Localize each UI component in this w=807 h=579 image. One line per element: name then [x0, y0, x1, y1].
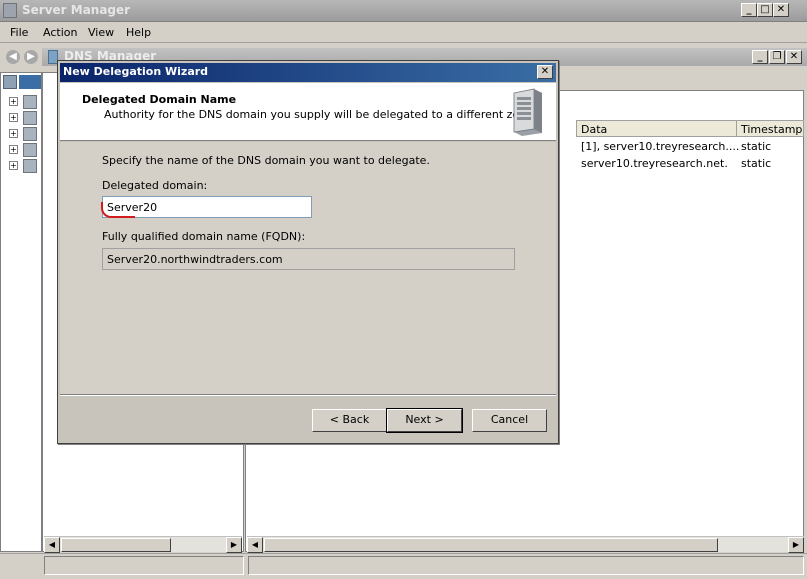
tree-node[interactable]: +: [9, 111, 39, 127]
storage-icon: [23, 159, 37, 173]
server-manager-titlebar[interactable]: Server Manager _ □ ✕: [0, 0, 807, 22]
minimize-icon: _: [746, 4, 752, 15]
maximize-icon: □: [760, 4, 770, 15]
expand-icon[interactable]: +: [9, 145, 18, 154]
dns-minimize-button[interactable]: _: [752, 50, 768, 64]
scroll-left-button[interactable]: ◀: [247, 537, 263, 553]
status-pane: [44, 556, 244, 575]
next-button[interactable]: Next >: [386, 408, 463, 433]
expand-icon[interactable]: +: [9, 113, 18, 122]
scroll-thumb[interactable]: [264, 538, 718, 552]
fqdn-field[interactable]: Server20.northwindtraders.com: [102, 248, 515, 270]
expand-icon[interactable]: +: [9, 97, 18, 106]
wizard-body: Specify the name of the DNS domain you w…: [60, 142, 556, 394]
wizard-subheading: Authority for the DNS domain you supply …: [104, 108, 537, 121]
back-arrow-icon[interactable]: ◀: [6, 50, 20, 64]
tree-horizontal-scrollbar[interactable]: ◀ ▶: [44, 536, 242, 553]
menu-bar: File Action View Help: [0, 22, 807, 43]
menu-action[interactable]: Action: [43, 26, 77, 39]
scroll-right-button[interactable]: ▶: [226, 537, 242, 553]
tree-node[interactable]: +: [9, 95, 39, 111]
column-header-timestamp[interactable]: Timestamp: [736, 120, 804, 137]
expand-icon[interactable]: +: [9, 161, 18, 170]
minimize-icon: _: [757, 51, 763, 62]
wizard-title: New Delegation Wizard: [63, 65, 209, 78]
table-row-data[interactable]: [1], server10.treyresearch....: [581, 140, 739, 153]
list-horizontal-scrollbar[interactable]: ◀ ▶: [247, 536, 804, 553]
wizard-separator: [60, 394, 556, 396]
new-delegation-wizard-dialog: New Delegation Wizard ✕ Delegated Domain…: [57, 60, 559, 444]
wizard-heading: Delegated Domain Name: [82, 93, 237, 106]
table-row-timestamp[interactable]: static: [741, 157, 771, 170]
server-manager-app-icon: [3, 3, 17, 18]
dns-close-button[interactable]: ✕: [786, 50, 802, 64]
diagnostics-icon: [23, 127, 37, 141]
tree-node[interactable]: +: [9, 159, 39, 175]
wizard-close-button[interactable]: ✕: [537, 65, 553, 79]
forward-arrow-icon[interactable]: ▶: [24, 50, 38, 64]
table-row-data[interactable]: server10.treyresearch.net.: [581, 157, 728, 170]
scroll-right-button[interactable]: ▶: [788, 537, 804, 553]
close-icon: ✕: [540, 66, 550, 77]
instruction-text: Specify the name of the DNS domain you w…: [102, 154, 430, 167]
server-tower-icon: [513, 88, 542, 136]
expand-icon[interactable]: +: [9, 129, 18, 138]
cancel-button[interactable]: Cancel: [472, 409, 547, 432]
restore-icon: ❐: [772, 51, 782, 62]
menu-view[interactable]: View: [88, 26, 114, 39]
close-button[interactable]: ✕: [773, 3, 789, 17]
menu-file[interactable]: File: [10, 26, 28, 39]
tree-node[interactable]: +: [9, 143, 39, 159]
server-tree-pane[interactable]: + + + + +: [0, 72, 42, 552]
red-annotation-mark: [101, 202, 135, 218]
menu-help[interactable]: Help: [126, 26, 151, 39]
minimize-button[interactable]: _: [741, 3, 757, 17]
server-root-selected[interactable]: [19, 75, 41, 89]
status-pane: [248, 556, 804, 575]
scroll-left-button[interactable]: ◀: [44, 537, 60, 553]
scroll-thumb[interactable]: [61, 538, 171, 552]
close-icon: ✕: [789, 51, 799, 62]
tree-node[interactable]: +: [9, 127, 39, 143]
column-header-data[interactable]: Data: [576, 120, 737, 137]
server-root-icon: [3, 75, 17, 89]
wizard-titlebar[interactable]: New Delegation Wizard ✕: [60, 63, 556, 82]
maximize-button[interactable]: □: [757, 3, 773, 17]
wizard-header: Delegated Domain Name Authority for the …: [60, 83, 556, 141]
close-icon: ✕: [776, 4, 786, 15]
dns-restore-button[interactable]: ❐: [769, 50, 785, 64]
features-icon: [23, 111, 37, 125]
fqdn-label: Fully qualified domain name (FQDN):: [102, 230, 306, 243]
table-row-timestamp[interactable]: static: [741, 140, 771, 153]
configuration-icon: [23, 143, 37, 157]
back-button[interactable]: < Back: [312, 409, 387, 432]
delegated-domain-label: Delegated domain:: [102, 179, 208, 192]
server-manager-title: Server Manager: [22, 3, 131, 17]
roles-icon: [23, 95, 37, 109]
